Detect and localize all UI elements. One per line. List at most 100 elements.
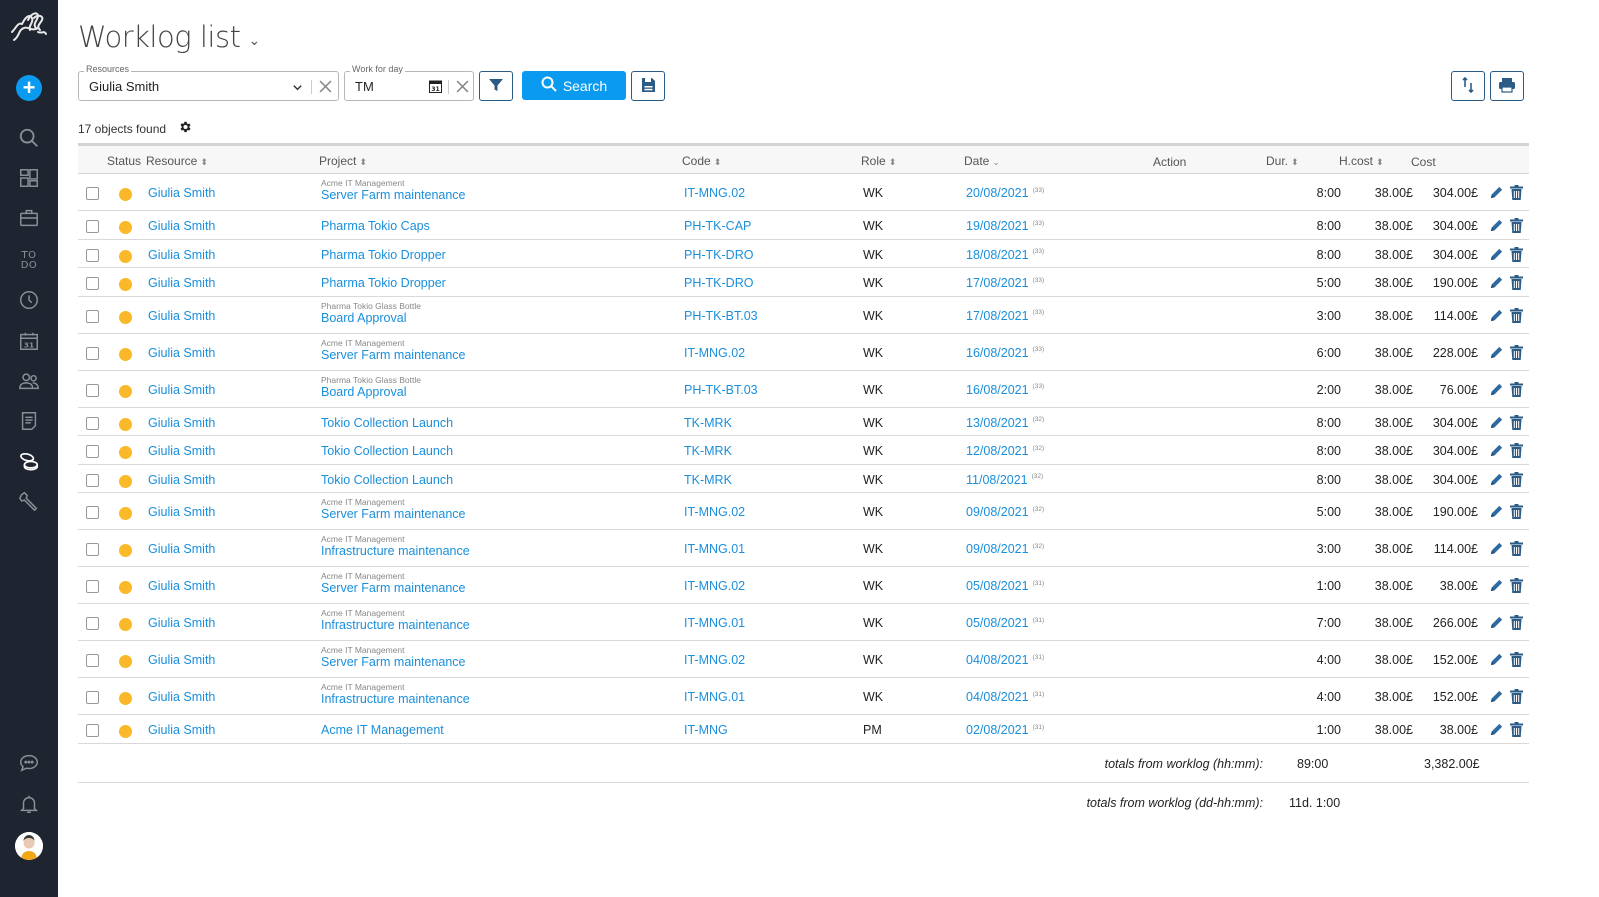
edit-pencil-icon[interactable] — [1489, 185, 1504, 200]
parent-project[interactable]: Acme IT Management — [321, 178, 466, 188]
row-checkbox[interactable] — [86, 416, 99, 430]
chevron-down-icon[interactable] — [292, 81, 303, 96]
delete-trash-icon[interactable] — [1510, 722, 1523, 737]
row-checkbox[interactable] — [86, 691, 99, 704]
date-link[interactable]: 20/08/2021 — [966, 186, 1029, 200]
edit-pencil-icon[interactable] — [1489, 578, 1504, 593]
project-link[interactable]: Tokio Collection Launch — [321, 444, 453, 458]
delete-trash-icon[interactable] — [1510, 689, 1523, 704]
code-link[interactable]: TK-MRK — [684, 473, 732, 487]
resource-link[interactable]: Giulia Smith — [148, 542, 215, 556]
date-link[interactable]: 09/08/2021 — [966, 542, 1029, 556]
date-link[interactable]: 16/08/2021 — [966, 346, 1029, 360]
project-link[interactable]: Board Approval — [321, 311, 406, 325]
project-link[interactable]: Server Farm maintenance — [321, 507, 466, 521]
code-link[interactable]: IT-MNG.02 — [684, 505, 745, 519]
resources-field[interactable]: Resources Giulia Smith — [78, 64, 339, 101]
resource-link[interactable]: Giulia Smith — [148, 653, 215, 667]
row-checkbox[interactable] — [86, 724, 99, 737]
sidebar-item-todo[interactable]: TO DO — [14, 246, 44, 276]
calendar-picker-icon[interactable]: 31 — [429, 79, 442, 96]
project-link[interactable]: Server Farm maintenance — [321, 188, 466, 202]
date-link[interactable]: 05/08/2021 — [966, 616, 1029, 630]
clear-workday-icon[interactable] — [456, 80, 469, 96]
sidebar-item-timesheet[interactable] — [14, 286, 44, 316]
parent-project[interactable]: Acme IT Management — [321, 571, 466, 581]
project-link[interactable]: Infrastructure maintenance — [321, 692, 470, 706]
date-link[interactable]: 04/08/2021 — [966, 690, 1029, 704]
project-link[interactable]: Server Farm maintenance — [321, 655, 466, 669]
code-link[interactable]: TK-MRK — [684, 416, 732, 430]
page-title[interactable]: Worklog list ⌄ — [78, 20, 260, 54]
project-link[interactable]: Pharma Tokio Dropper — [321, 276, 446, 290]
code-link[interactable]: IT-MNG.01 — [684, 542, 745, 556]
add-button[interactable]: + — [16, 75, 42, 101]
project-link[interactable]: Tokio Collection Launch — [321, 473, 453, 487]
row-checkbox[interactable] — [86, 383, 99, 397]
parent-project[interactable]: Acme IT Management — [321, 497, 466, 507]
project-link[interactable]: Infrastructure maintenance — [321, 544, 470, 558]
date-link[interactable]: 17/08/2021 — [966, 276, 1029, 290]
date-link[interactable]: 09/08/2021 — [966, 505, 1029, 519]
col-resource[interactable]: Resource ⬍ — [146, 154, 208, 168]
resource-link[interactable]: Giulia Smith — [148, 579, 215, 593]
sidebar-item-dashboard[interactable] — [14, 164, 44, 194]
code-link[interactable]: TK-MRK — [684, 444, 732, 458]
date-link[interactable]: 16/08/2021 — [966, 383, 1029, 397]
code-link[interactable]: PH-TK-BT.03 — [684, 309, 758, 323]
date-link[interactable]: 19/08/2021 — [966, 219, 1029, 233]
row-checkbox[interactable] — [86, 543, 99, 556]
project-link[interactable]: Server Farm maintenance — [321, 581, 466, 595]
edit-pencil-icon[interactable] — [1489, 275, 1504, 290]
resource-link[interactable]: Giulia Smith — [148, 186, 215, 200]
edit-pencil-icon[interactable] — [1489, 722, 1504, 737]
workday-value[interactable]: TM — [355, 79, 374, 94]
project-link[interactable]: Infrastructure maintenance — [321, 618, 470, 632]
row-checkbox[interactable] — [86, 309, 99, 323]
date-link[interactable]: 12/08/2021 — [966, 444, 1029, 458]
delete-trash-icon[interactable] — [1510, 615, 1523, 630]
delete-trash-icon[interactable] — [1510, 307, 1523, 323]
col-project[interactable]: Project ⬍ — [319, 154, 367, 168]
row-checkbox[interactable] — [86, 248, 99, 262]
delete-trash-icon[interactable] — [1510, 414, 1523, 430]
project-link[interactable]: Pharma Tokio Caps — [321, 219, 430, 233]
print-button[interactable] — [1490, 71, 1524, 101]
project-link[interactable]: Tokio Collection Launch — [321, 416, 453, 430]
row-checkbox[interactable] — [86, 445, 99, 458]
resource-link[interactable]: Giulia Smith — [148, 444, 215, 458]
col-hcost[interactable]: H.cost ⬍ — [1339, 154, 1384, 168]
parent-project[interactable]: Acme IT Management — [321, 338, 466, 348]
workday-field[interactable]: Work for day TM 31 — [344, 64, 474, 101]
code-link[interactable]: PH-TK-DRO — [684, 276, 753, 290]
code-link[interactable]: IT-MNG.02 — [684, 653, 745, 667]
project-link[interactable]: Pharma Tokio Dropper — [321, 248, 446, 262]
user-avatar[interactable] — [15, 832, 43, 860]
date-link[interactable]: 18/08/2021 — [966, 248, 1029, 262]
code-link[interactable]: IT-MNG.02 — [684, 186, 745, 200]
row-checkbox[interactable] — [86, 220, 99, 233]
delete-trash-icon[interactable] — [1510, 275, 1523, 290]
sidebar-item-search[interactable] — [14, 124, 44, 154]
search-button[interactable]: Search — [522, 71, 626, 100]
resource-link[interactable]: Giulia Smith — [148, 248, 215, 262]
sidebar-item-messages[interactable] — [14, 749, 44, 779]
resource-link[interactable]: Giulia Smith — [148, 616, 215, 630]
row-checkbox[interactable] — [86, 617, 99, 630]
edit-pencil-icon[interactable] — [1489, 443, 1504, 458]
col-role[interactable]: Role ⬍ — [861, 154, 896, 168]
resource-link[interactable]: Giulia Smith — [148, 505, 215, 519]
resource-link[interactable]: Giulia Smith — [148, 309, 215, 323]
sidebar-item-notifications[interactable] — [14, 790, 44, 820]
project-link[interactable]: Board Approval — [321, 385, 406, 399]
parent-project[interactable]: Acme IT Management — [321, 534, 470, 544]
edit-pencil-icon[interactable] — [1489, 689, 1504, 704]
sort-order-button[interactable] — [1451, 71, 1485, 101]
resources-value[interactable]: Giulia Smith — [89, 79, 159, 94]
code-link[interactable]: PH-TK-CAP — [684, 219, 751, 233]
edit-pencil-icon[interactable] — [1489, 541, 1504, 556]
delete-trash-icon[interactable] — [1510, 246, 1523, 262]
edit-pencil-icon[interactable] — [1489, 247, 1504, 262]
resource-link[interactable]: Giulia Smith — [148, 219, 215, 233]
date-link[interactable]: 05/08/2021 — [966, 579, 1029, 593]
